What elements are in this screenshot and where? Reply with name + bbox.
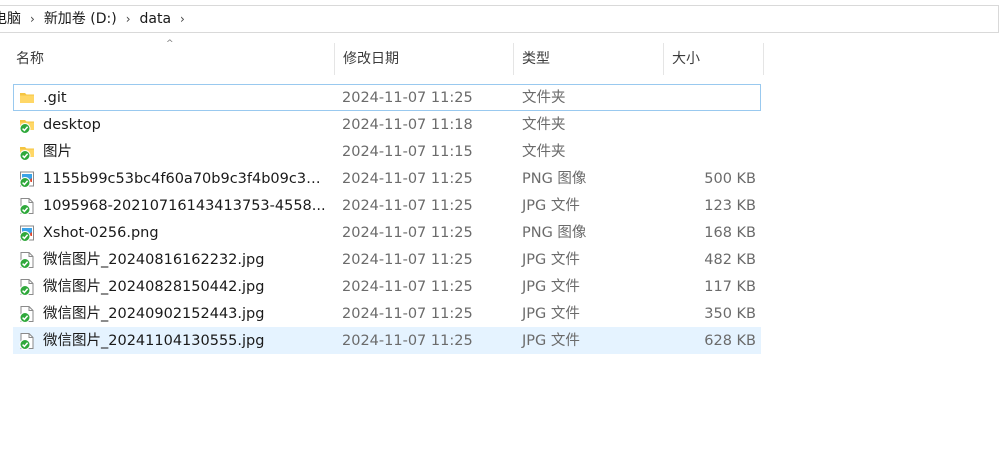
column-header: 名称 修改日期 类型 大小	[8, 43, 764, 75]
file-row[interactable]: 微信图片_20240828150442.jpg 2024-11-07 11:25 J…	[13, 273, 761, 300]
folder-icon	[18, 116, 36, 134]
file-row[interactable]: 微信图片_20241104130555.jpg 2024-11-07 11:25 J…	[13, 327, 761, 354]
file-name: 微信图片_20241104130555.jpg	[43, 333, 265, 349]
breadcrumb-this-pc[interactable]: 电脑	[0, 6, 25, 32]
column-header-name[interactable]: 名称	[8, 43, 335, 75]
file-type: JPG 文件	[522, 306, 580, 322]
file-type: 文件夹	[522, 90, 566, 106]
file-name: 微信图片_20240828150442.jpg	[43, 279, 265, 295]
file-size: 628 KB	[704, 333, 756, 349]
jpg-file-icon	[18, 278, 36, 296]
breadcrumb-drive-d[interactable]: 新加卷 (D:)	[40, 6, 121, 32]
file-name: desktop	[43, 117, 101, 133]
file-type: JPG 文件	[522, 279, 580, 295]
file-type: PNG 图像	[522, 225, 587, 241]
file-type: PNG 图像	[522, 171, 587, 187]
file-size: 168 KB	[704, 225, 756, 241]
file-type: JPG 文件	[522, 252, 580, 268]
folder-icon	[18, 143, 36, 161]
breadcrumb-separator-icon[interactable]: ›	[121, 6, 136, 32]
file-row[interactable]: .git 2024-11-07 11:25 文件夹	[13, 84, 761, 111]
png-image-icon	[18, 170, 36, 188]
file-size: 350 KB	[704, 306, 756, 322]
column-header-date-modified[interactable]: 修改日期	[335, 43, 514, 75]
file-date-modified: 2024-11-07 11:25	[342, 306, 473, 322]
file-date-modified: 2024-11-07 11:25	[342, 252, 473, 268]
file-size: 500 KB	[704, 171, 756, 187]
file-type: 文件夹	[522, 144, 566, 160]
folder-icon	[18, 89, 36, 107]
file-name: 图片	[43, 144, 72, 160]
file-date-modified: 2024-11-07 11:15	[342, 144, 473, 160]
file-list: .git 2024-11-07 11:25 文件夹 desktop 2024-11-07…	[13, 84, 761, 354]
file-date-modified: 2024-11-07 11:25	[342, 198, 473, 214]
file-name: 微信图片_20240902152443.jpg	[43, 306, 265, 322]
file-name: 1095968-20210716143413753-4558...	[43, 198, 326, 214]
file-date-modified: 2024-11-07 11:18	[342, 117, 473, 133]
file-date-modified: 2024-11-07 11:25	[342, 171, 473, 187]
file-name: 微信图片_20240816162232.jpg	[43, 252, 265, 268]
file-type: JPG 文件	[522, 333, 580, 349]
file-row[interactable]: 1155b99c53bc4f60a70b9c3f4b09c3a... 2024-1…	[13, 165, 761, 192]
file-row[interactable]: 图片 2024-11-07 11:15 文件夹	[13, 138, 761, 165]
file-row[interactable]: 微信图片_20240816162232.jpg 2024-11-07 11:25 J…	[13, 246, 761, 273]
file-name: Xshot-0256.png	[43, 225, 159, 241]
address-bar[interactable]: 电脑 › 新加卷 (D:) › data ›	[0, 5, 999, 33]
file-type: JPG 文件	[522, 198, 580, 214]
file-row[interactable]: 1095968-20210716143413753-4558... 2024-11…	[13, 192, 761, 219]
breadcrumb-separator-icon[interactable]: ›	[25, 6, 40, 32]
column-header-type[interactable]: 类型	[514, 43, 664, 75]
jpg-file-icon	[18, 332, 36, 350]
column-header-size[interactable]: 大小	[664, 43, 764, 75]
file-date-modified: 2024-11-07 11:25	[342, 333, 473, 349]
file-size: 123 KB	[704, 198, 756, 214]
breadcrumb-separator-icon[interactable]: ›	[175, 6, 190, 32]
file-row[interactable]: desktop 2024-11-07 11:18 文件夹	[13, 111, 761, 138]
file-size: 117 KB	[704, 279, 756, 295]
file-name: 1155b99c53bc4f60a70b9c3f4b09c3a...	[43, 171, 327, 187]
jpg-file-icon	[18, 251, 36, 269]
file-date-modified: 2024-11-07 11:25	[342, 279, 473, 295]
file-date-modified: 2024-11-07 11:25	[342, 225, 473, 241]
file-name: .git	[43, 90, 67, 106]
file-date-modified: 2024-11-07 11:25	[342, 90, 473, 106]
breadcrumb-data-folder[interactable]: data	[136, 6, 176, 32]
file-row[interactable]: 微信图片_20240902152443.jpg 2024-11-07 11:25 J…	[13, 300, 761, 327]
file-row[interactable]: Xshot-0256.png 2024-11-07 11:25 PNG 图像 168 …	[13, 219, 761, 246]
png-image-icon	[18, 224, 36, 242]
file-explorer-window: 电脑 › 新加卷 (D:) › data › ^ 名称 修改日期 类型 大小 .…	[0, 0, 999, 462]
file-size: 482 KB	[704, 252, 756, 268]
jpg-file-icon	[18, 197, 36, 215]
file-type: 文件夹	[522, 117, 566, 133]
jpg-file-icon	[18, 305, 36, 323]
